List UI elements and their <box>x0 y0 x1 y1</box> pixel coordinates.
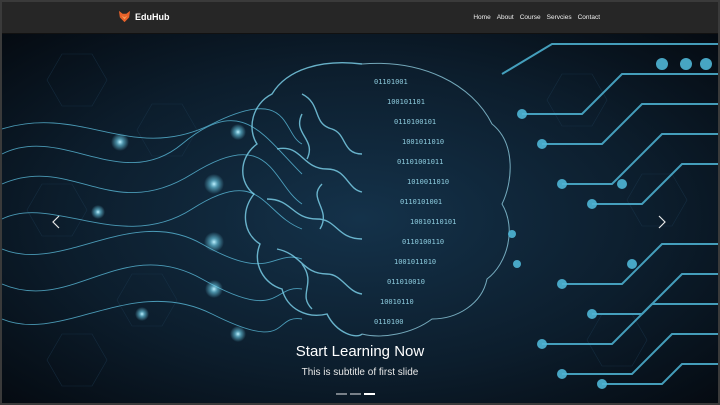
svg-text:011010010: 011010010 <box>387 278 425 286</box>
carousel-prev-button[interactable] <box>48 210 64 234</box>
slide-subtitle: This is subtitle of first slide <box>301 367 419 378</box>
svg-text:0110100101: 0110100101 <box>394 118 436 126</box>
nav-menu: Home About Course Servcies Contact <box>473 14 600 21</box>
nav-link-about[interactable]: About <box>497 14 514 21</box>
svg-text:01101001011: 01101001011 <box>397 158 443 166</box>
svg-text:01101001: 01101001 <box>374 78 408 86</box>
svg-text:0110100: 0110100 <box>374 318 404 326</box>
svg-text:0110100110: 0110100110 <box>402 238 444 246</box>
nav-link-contact[interactable]: Contact <box>578 14 600 21</box>
svg-text:1001011010: 1001011010 <box>394 258 436 266</box>
page-frame: EduHub Home About Course Servcies Contac… <box>2 2 718 403</box>
svg-text:10010110: 10010110 <box>380 298 414 306</box>
svg-text:0110101001: 0110101001 <box>400 198 442 206</box>
carousel-indicators <box>336 393 375 395</box>
svg-text:100101101: 100101101 <box>387 98 425 106</box>
carousel-indicator-1[interactable] <box>336 393 347 395</box>
nav-link-services[interactable]: Servcies <box>547 14 572 21</box>
chevron-left-icon <box>52 215 60 229</box>
svg-text:1001011010: 1001011010 <box>402 138 444 146</box>
carousel-indicator-2[interactable] <box>350 393 361 395</box>
chevron-right-icon <box>658 215 666 229</box>
brand-name: EduHub <box>135 11 170 22</box>
nav-link-course[interactable]: Course <box>520 14 541 21</box>
fox-logo-icon <box>118 10 131 23</box>
svg-text:1010011010: 1010011010 <box>407 178 449 186</box>
svg-text:10010110101: 10010110101 <box>410 218 456 226</box>
brand[interactable]: EduHub <box>118 10 170 23</box>
navbar: EduHub Home About Course Servcies Contac… <box>2 2 718 34</box>
nav-link-home[interactable]: Home <box>473 14 490 21</box>
slide-title: Start Learning Now <box>295 343 425 360</box>
carousel-next-button[interactable] <box>654 210 670 234</box>
carousel-indicator-3[interactable] <box>364 393 375 395</box>
hero-carousel: 01101001 100101101 0110100101 1001011010… <box>2 34 718 403</box>
